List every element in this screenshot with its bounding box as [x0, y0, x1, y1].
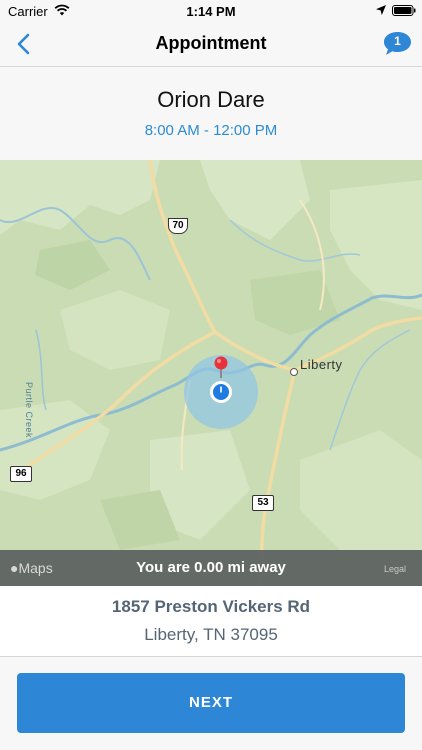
- route-shield-53: 53: [252, 495, 274, 511]
- map-pin-icon[interactable]: [213, 356, 229, 378]
- distance-text: You are 0.00 mi away: [136, 559, 286, 576]
- address-section: 1857 Preston Vickers Rd Liberty, TN 3709…: [0, 586, 422, 657]
- footer: NEXT: [0, 657, 422, 750]
- battery-icon: [392, 5, 416, 16]
- status-time: 1:14 PM: [186, 4, 236, 19]
- legal-link[interactable]: Legal: [384, 564, 406, 574]
- status-bar: Carrier 1:14 PM: [0, 0, 422, 22]
- address-city-state-zip: Liberty, TN 37095: [144, 625, 278, 644]
- location-arrow-icon: [376, 5, 386, 15]
- route-shield-96: 96: [10, 466, 32, 482]
- appointment-header: Orion Dare 8:00 AM - 12:00 PM: [0, 67, 422, 160]
- map-terrain: [0, 160, 422, 586]
- navigation-bar: Appointment 1: [0, 22, 422, 67]
- user-location-icon: [209, 380, 233, 404]
- place-label: Liberty: [300, 357, 343, 372]
- page-title: Appointment: [155, 33, 267, 53]
- route-shield-70: 70: [168, 218, 188, 234]
- message-count-badge: 1: [394, 34, 401, 48]
- messages-button[interactable]: 1: [383, 30, 415, 58]
- address-street: 1857 Preston Vickers Rd: [111, 597, 311, 616]
- creek-label: Purtle Creek: [24, 382, 34, 439]
- customer-name: Orion Dare: [157, 87, 265, 112]
- distance-bar: ●Maps You are 0.00 mi away Legal: [0, 550, 422, 586]
- map-view[interactable]: Liberty Purtle Creek 70 96 53 ●Maps You …: [0, 160, 422, 586]
- time-window: 8:00 AM - 12:00 PM: [144, 122, 278, 139]
- next-button[interactable]: NEXT: [17, 673, 405, 733]
